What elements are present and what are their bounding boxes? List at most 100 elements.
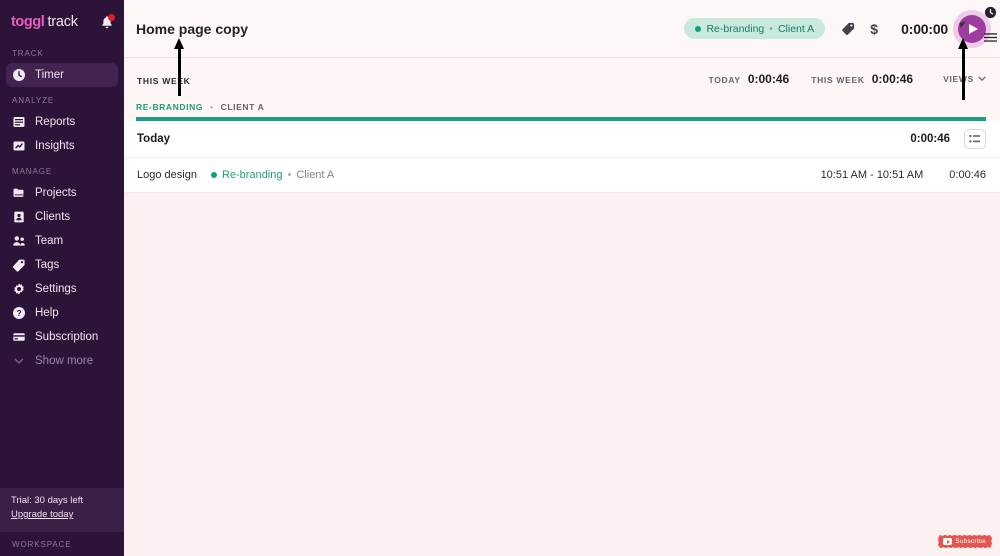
sidebar-item-label: Team: [35, 235, 64, 247]
entry-project[interactable]: Re-branding • Client A: [210, 169, 821, 181]
tag-icon: [12, 258, 26, 272]
person-card-icon: [12, 210, 26, 224]
project-picker-badge[interactable]: Re-branding • Client A: [684, 18, 826, 39]
sidebar-section-analyze: ANALYZE: [12, 96, 55, 105]
week-stats: TODAY 0:00:46 THIS WEEK 0:00:46 VIEWS: [136, 72, 986, 86]
entry-time-range: 10:51 AM - 10:51 AM: [820, 169, 924, 181]
project-client-separator: •: [769, 22, 773, 35]
sidebar-item-label: Subscription: [35, 331, 99, 343]
entry-project-separator: •: [287, 169, 292, 181]
svg-text:?: ?: [16, 308, 21, 318]
people-icon: [12, 234, 26, 248]
arrow-shaft: [178, 48, 181, 96]
youtube-play-icon: [943, 538, 953, 545]
logo-toggl-text: toggl: [11, 14, 45, 30]
timer-bar: Home page copy Re-branding • Client A $ …: [124, 0, 1000, 58]
annotation-arrow-play-button: [958, 38, 969, 100]
today-stat-value: 0:00:46: [747, 72, 790, 86]
sidebar-item-projects[interactable]: Projects: [6, 181, 118, 205]
annotation-arrow-description: [174, 38, 185, 96]
sidebar-item-subscription[interactable]: Subscription: [6, 325, 118, 349]
sidebar-section-track: TRACK: [12, 49, 44, 58]
client-name: Client A: [777, 22, 815, 35]
dollar-icon[interactable]: $: [861, 16, 887, 42]
this-week-stat: THIS WEEK 0:00:46: [811, 72, 913, 86]
week-bar-separator: •: [210, 102, 214, 112]
sidebar-item-tags[interactable]: Tags: [6, 253, 118, 277]
time-entries-list: Today 0:00:46 Logo design Re-branding • …: [124, 121, 1000, 193]
week-bar-project-name: RE-BRANDING: [136, 102, 204, 112]
entry-duration: 0:00:46: [949, 169, 986, 181]
logo-track-text: track: [47, 14, 78, 30]
main-content: Home page copy Re-branding • Client A $ …: [124, 0, 1000, 556]
sidebar-item-label: Settings: [35, 283, 77, 295]
clock-icon: [12, 68, 26, 82]
timer-elapsed-display[interactable]: 0:00:00: [901, 21, 948, 37]
week-bar-project-labels: RE-BRANDING • CLIENT A: [136, 102, 986, 112]
day-header: Today 0:00:46: [124, 121, 1000, 158]
sidebar-header: toggl track: [0, 0, 124, 40]
toggl-track-logo[interactable]: toggl track: [11, 14, 78, 30]
sidebar-item-help[interactable]: ? Help: [6, 301, 118, 325]
sidebar-item-insights[interactable]: Insights: [6, 134, 118, 158]
week-summary-bar: THIS WEEK TODAY 0:00:46 THIS WEEK 0:00:4…: [124, 58, 1000, 121]
clock-icon[interactable]: [984, 6, 997, 24]
edge-icon-group: [984, 6, 1000, 48]
entry-client-name: Client A: [296, 169, 335, 181]
timer-controls: Re-branding • Client A $ 0:00:00: [684, 14, 1000, 43]
sidebar-item-label: Projects: [35, 187, 77, 199]
trial-days-text: Trial: 30 days left: [11, 495, 83, 506]
sidebar-item-label: Reports: [35, 116, 76, 128]
this-week-stat-label: THIS WEEK: [811, 75, 865, 85]
notification-dot: [108, 13, 115, 21]
gear-icon: [12, 282, 26, 296]
sidebar-item-settings[interactable]: Settings: [6, 277, 118, 301]
sidebar-item-label: Show more: [35, 355, 94, 367]
day-header-title: Today: [137, 133, 171, 145]
entry-project-name: Re-branding: [221, 169, 283, 181]
arrow-shaft: [962, 48, 965, 100]
project-color-dot: [210, 172, 217, 178]
week-bar-client-name: CLIENT A: [220, 102, 265, 112]
folder-icon: [12, 186, 26, 200]
sidebar-item-label: Tags: [35, 259, 60, 271]
sidebar-item-clients[interactable]: Clients: [6, 205, 118, 229]
sidebar-item-label: Timer: [35, 69, 64, 81]
insights-icon: [12, 139, 26, 153]
table-row[interactable]: Logo design Re-branding • Client A 10:51…: [124, 158, 1000, 193]
sidebar-item-show-more[interactable]: Show more: [6, 349, 118, 373]
bell-icon[interactable]: [100, 13, 115, 30]
week-progress-bar: [136, 117, 986, 121]
trial-banner: Trial: 30 days left Upgrade today: [0, 488, 124, 532]
chevron-down-icon: [12, 354, 26, 368]
this-week-stat-value: 0:00:46: [871, 72, 914, 86]
sidebar-item-timer[interactable]: Timer: [6, 63, 118, 87]
upgrade-today-link[interactable]: Upgrade today: [11, 508, 114, 522]
chevron-down-icon: [978, 74, 986, 84]
sidebar-item-team[interactable]: Team: [6, 229, 118, 253]
sidebar-item-label: Clients: [35, 211, 71, 223]
card-icon: [12, 330, 26, 344]
sidebar-item-label: Insights: [35, 140, 75, 152]
sidebar: toggl track TRACK Timer ANALYZE Reports …: [0, 0, 124, 556]
subscribe-label: Subscribe: [955, 538, 986, 545]
timer-description-input[interactable]: Home page copy: [136, 21, 684, 37]
project-color-dot: [695, 25, 702, 32]
project-name: Re-branding: [706, 22, 765, 35]
sidebar-item-label: Help: [35, 307, 59, 319]
day-header-total: 0:00:46: [910, 133, 950, 145]
youtube-subscribe-badge[interactable]: Subscribe: [938, 535, 992, 548]
workspace-section-label: WORKSPACE: [0, 533, 124, 556]
reports-icon: [12, 115, 26, 129]
sidebar-item-reports[interactable]: Reports: [6, 110, 118, 134]
play-icon: [969, 23, 978, 34]
today-stat-label: TODAY: [708, 75, 741, 85]
mouse-cursor-icon: [959, 20, 968, 28]
list-view-icon[interactable]: [964, 129, 986, 149]
hamburger-menu-icon[interactable]: [984, 30, 997, 48]
tag-icon[interactable]: [835, 16, 861, 42]
question-circle-icon: ?: [12, 306, 26, 320]
sidebar-section-manage: MANAGE: [12, 167, 53, 176]
today-stat: TODAY 0:00:46: [708, 72, 789, 86]
entry-description: Logo design: [137, 169, 197, 181]
